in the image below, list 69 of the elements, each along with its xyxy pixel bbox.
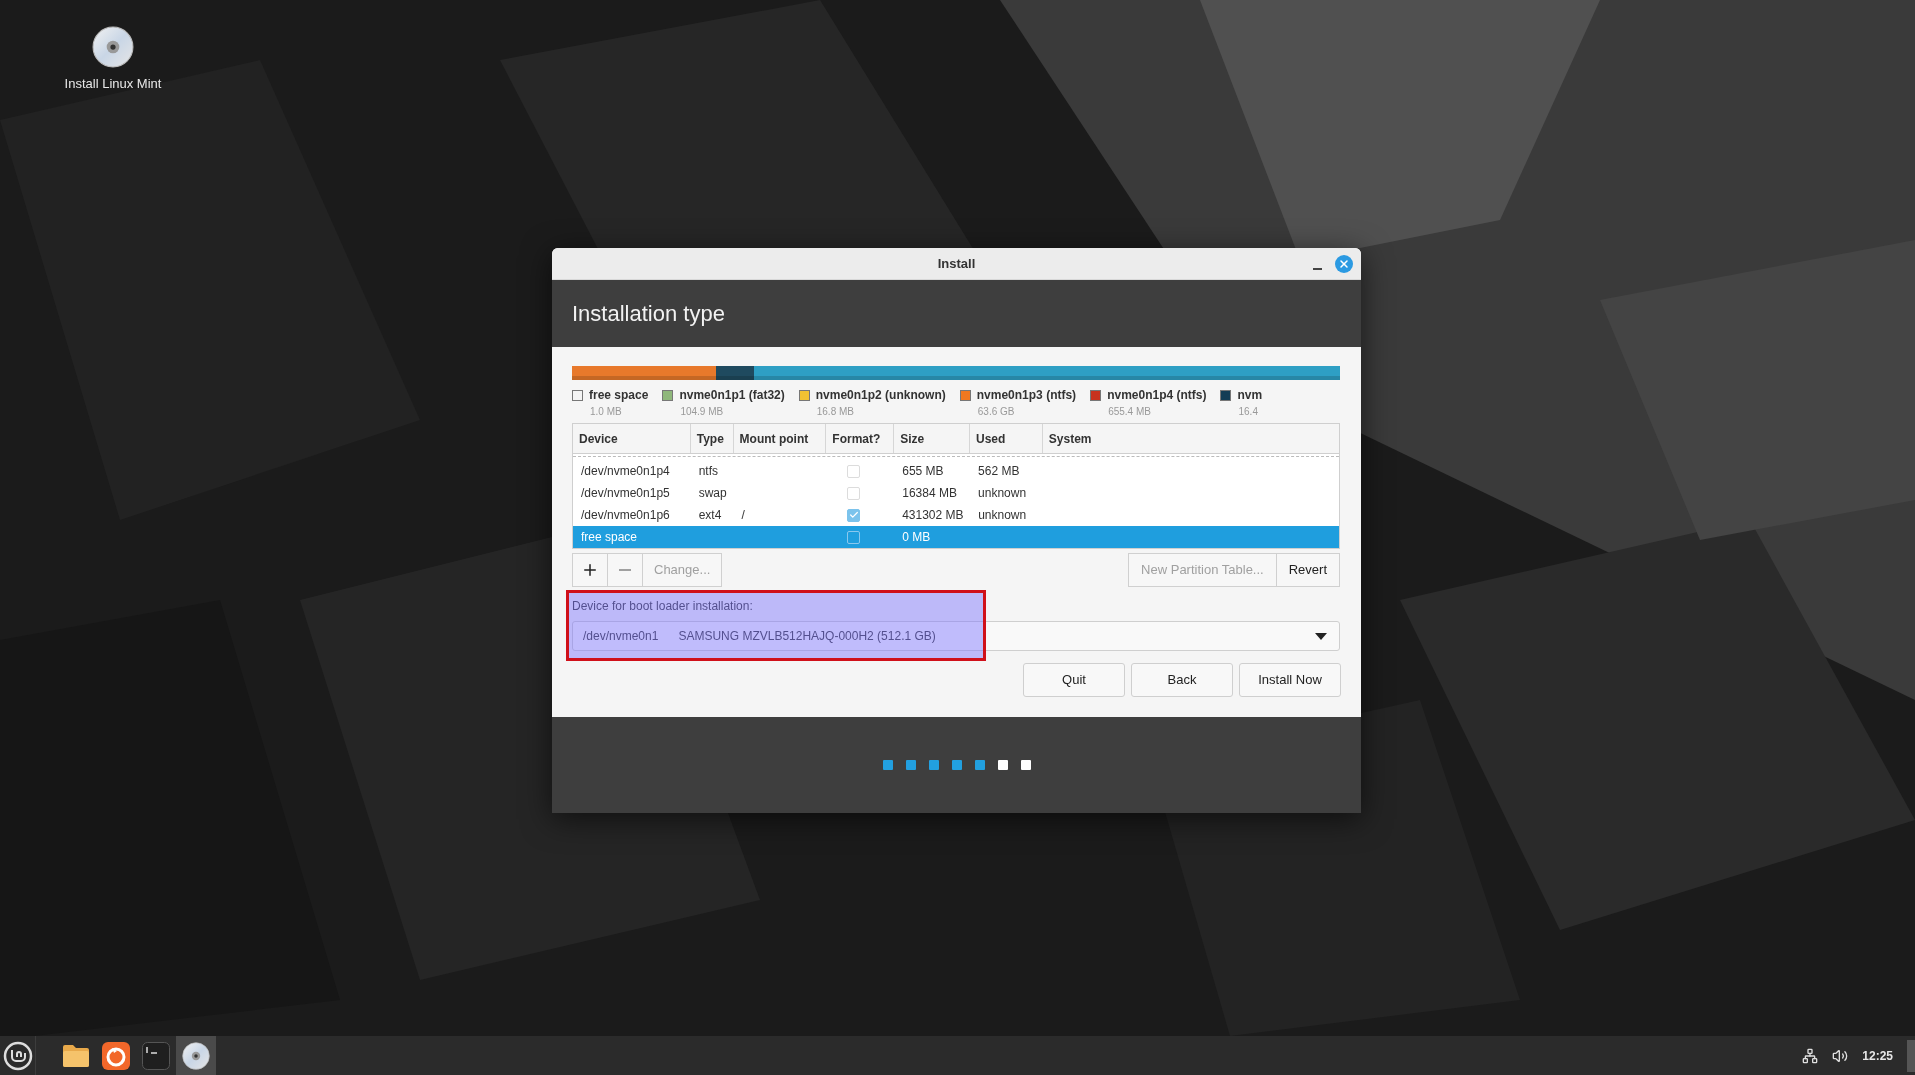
browser-icon (102, 1041, 130, 1070)
legend-size: 16.8 MB (816, 405, 855, 419)
column-header[interactable]: Used (970, 424, 1043, 453)
table-cell-text: 562 MB (978, 463, 1020, 480)
column-header[interactable]: Device (573, 424, 691, 453)
add-button[interactable] (572, 553, 608, 587)
action-button[interactable]: Install Now (1239, 663, 1341, 697)
legend-label: nvme0n1p3 (ntfs) (976, 387, 1077, 404)
column-header[interactable]: System (1042, 424, 1339, 453)
plus-icon (581, 561, 599, 579)
close-icon (1338, 258, 1350, 270)
window-title: Install (937, 254, 976, 273)
action-button[interactable]: Quit (1023, 663, 1125, 697)
column-header[interactable]: Format? (826, 424, 895, 453)
table-cell-text: 0 MB (902, 529, 931, 546)
boot-loader-dropdown[interactable]: /dev/nvme0n1 SAMSUNG MZVLB512HAJQ-000H2 (512.1 GB) (572, 621, 1340, 651)
table-cell-text: ntfs (698, 463, 719, 480)
legend-label: nvme0n1p4 (ntfs) (1107, 387, 1207, 404)
volume-icon[interactable] (1832, 1047, 1849, 1064)
legend-label: nvme0n1p1 (fat32) (679, 387, 785, 404)
folder-icon (62, 1043, 90, 1068)
legend-size: 655.4 MB (1108, 405, 1152, 419)
dropdown-caret-icon (1315, 632, 1327, 640)
table-cell-text: ext4 (698, 507, 722, 524)
taskbar-app[interactable] (176, 1036, 216, 1075)
boot-loader-label: Device for boot loader installation: (572, 598, 754, 615)
network-icon[interactable] (1802, 1047, 1819, 1064)
table-cell-text: /dev/nvme0n1p5 (581, 485, 670, 502)
legend-label: free space (589, 387, 649, 404)
minus-icon (619, 569, 631, 571)
format-checkbox[interactable] (847, 464, 861, 478)
table-cell-text: swap (698, 485, 727, 502)
disc-icon (92, 26, 134, 68)
page-heading: Installation type (572, 300, 725, 328)
table-cell-text: 16384 MB (902, 485, 957, 502)
table-cell-text: free space (581, 529, 638, 546)
mint-logo-icon (2, 1040, 33, 1071)
table-row[interactable]: /dev/nvme0n1p6 ext4 / 431302 MB unknown (573, 504, 1339, 526)
table-cell-text: / (741, 507, 745, 524)
column-header[interactable]: Mount point (733, 424, 827, 453)
format-checkbox[interactable] (847, 530, 861, 544)
table-cell-text: 655 MB (902, 463, 944, 480)
column-header[interactable]: Size (894, 424, 970, 453)
format-checkbox[interactable] (847, 508, 861, 522)
legend-size: 16.4 (1238, 405, 1259, 419)
table-button[interactable]: Revert (1276, 553, 1340, 587)
table-cell-text: /dev/nvme0n1p4 (581, 463, 670, 480)
desktop-icon-label[interactable]: Install Linux Mint (64, 74, 162, 94)
table-row[interactable]: /dev/nvme0n1p5 swap 16384 MB unknown (573, 482, 1339, 504)
action-button[interactable]: Back (1131, 663, 1233, 697)
close-button[interactable] (1335, 255, 1353, 273)
minimize-icon (1313, 268, 1322, 270)
table-cell-text: unknown (978, 485, 1027, 502)
legend-label: nvm (1237, 387, 1263, 404)
legend-size: 1.0 MB (590, 405, 623, 419)
table-cell-text: 431302 MB (902, 507, 964, 524)
device-path: /dev/nvme0n1 (583, 628, 659, 645)
clock[interactable]: 12:25 (1862, 1046, 1893, 1065)
terminal-icon (142, 1041, 170, 1070)
legend-size: 63.6 GB (977, 405, 1016, 419)
disc-icon (182, 1041, 210, 1070)
legend-size: 104.9 MB (680, 405, 725, 419)
table-cell-text: unknown (978, 507, 1027, 524)
legend-label: nvme0n1p2 (unknown) (815, 387, 946, 404)
column-header[interactable]: Type (690, 424, 734, 453)
table-row[interactable]: /dev/nvme0n1p4 ntfs 655 MB 562 MB (573, 460, 1339, 482)
format-checkbox[interactable] (847, 486, 861, 500)
table-cell-text: /dev/nvme0n1p6 (581, 507, 670, 524)
device-description: SAMSUNG MZVLB512HAJQ-000H2 (512.1 GB) (678, 628, 936, 645)
